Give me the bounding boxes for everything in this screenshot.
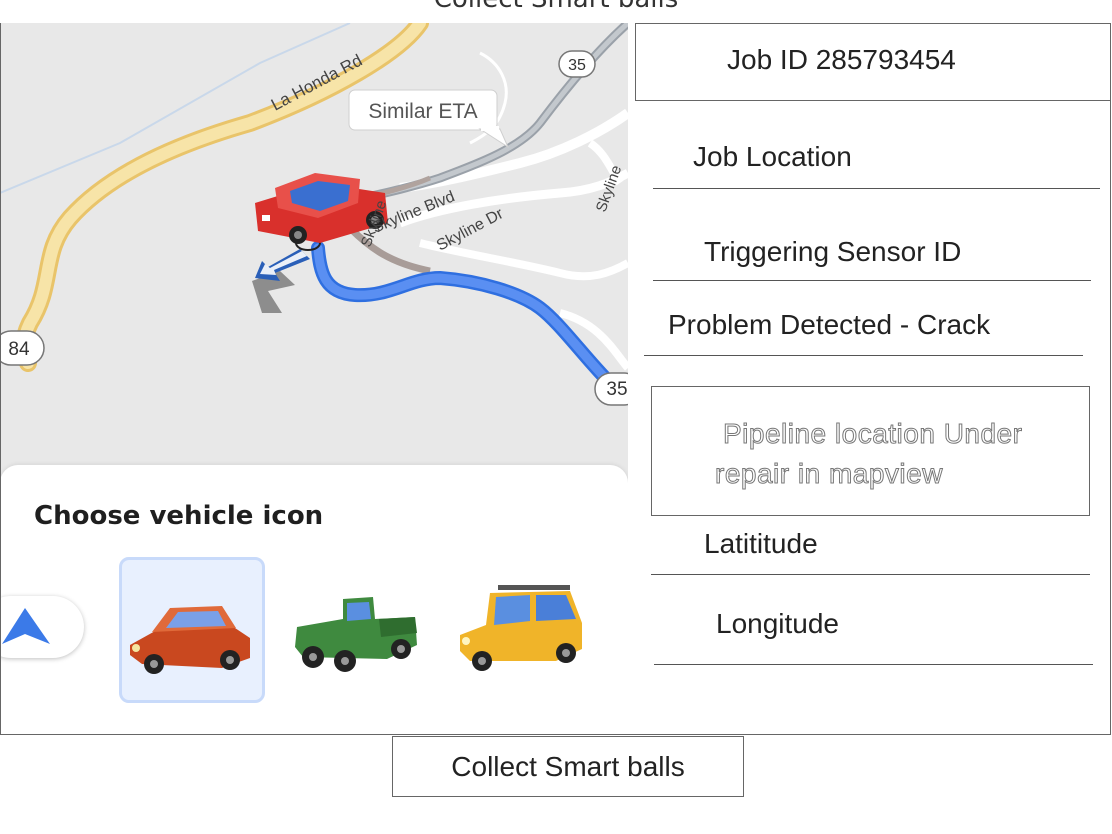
latitude-field-line[interactable] [651, 574, 1090, 575]
top-title: Collect Smart balls [0, 0, 1112, 14]
longitude-field-line[interactable] [654, 664, 1093, 665]
pipeline-location-line2: repair in mapview [715, 458, 943, 490]
latitude-label: Latititude [704, 528, 818, 559]
job-location-field-line[interactable] [653, 188, 1100, 189]
collect-smart-balls-button[interactable]: Collect Smart balls [392, 736, 744, 797]
longitude-label: Longitude [716, 608, 840, 639]
sensor-field-line[interactable] [653, 280, 1091, 281]
pipeline-location-line1: Pipeline location Under [722, 418, 1023, 450]
job-location-label: Job Location [693, 141, 852, 172]
problem-field-line[interactable] [644, 355, 1083, 356]
problem-detected-label: Problem Detected - Crack [668, 309, 991, 340]
job-id-box: Job ID 285793454 [635, 23, 1111, 101]
pipeline-location-box[interactable] [651, 386, 1090, 516]
triggering-sensor-label: Triggering Sensor ID [704, 236, 962, 267]
main-frame [0, 23, 1111, 735]
job-id-label: Job ID 285793454 [727, 44, 956, 75]
